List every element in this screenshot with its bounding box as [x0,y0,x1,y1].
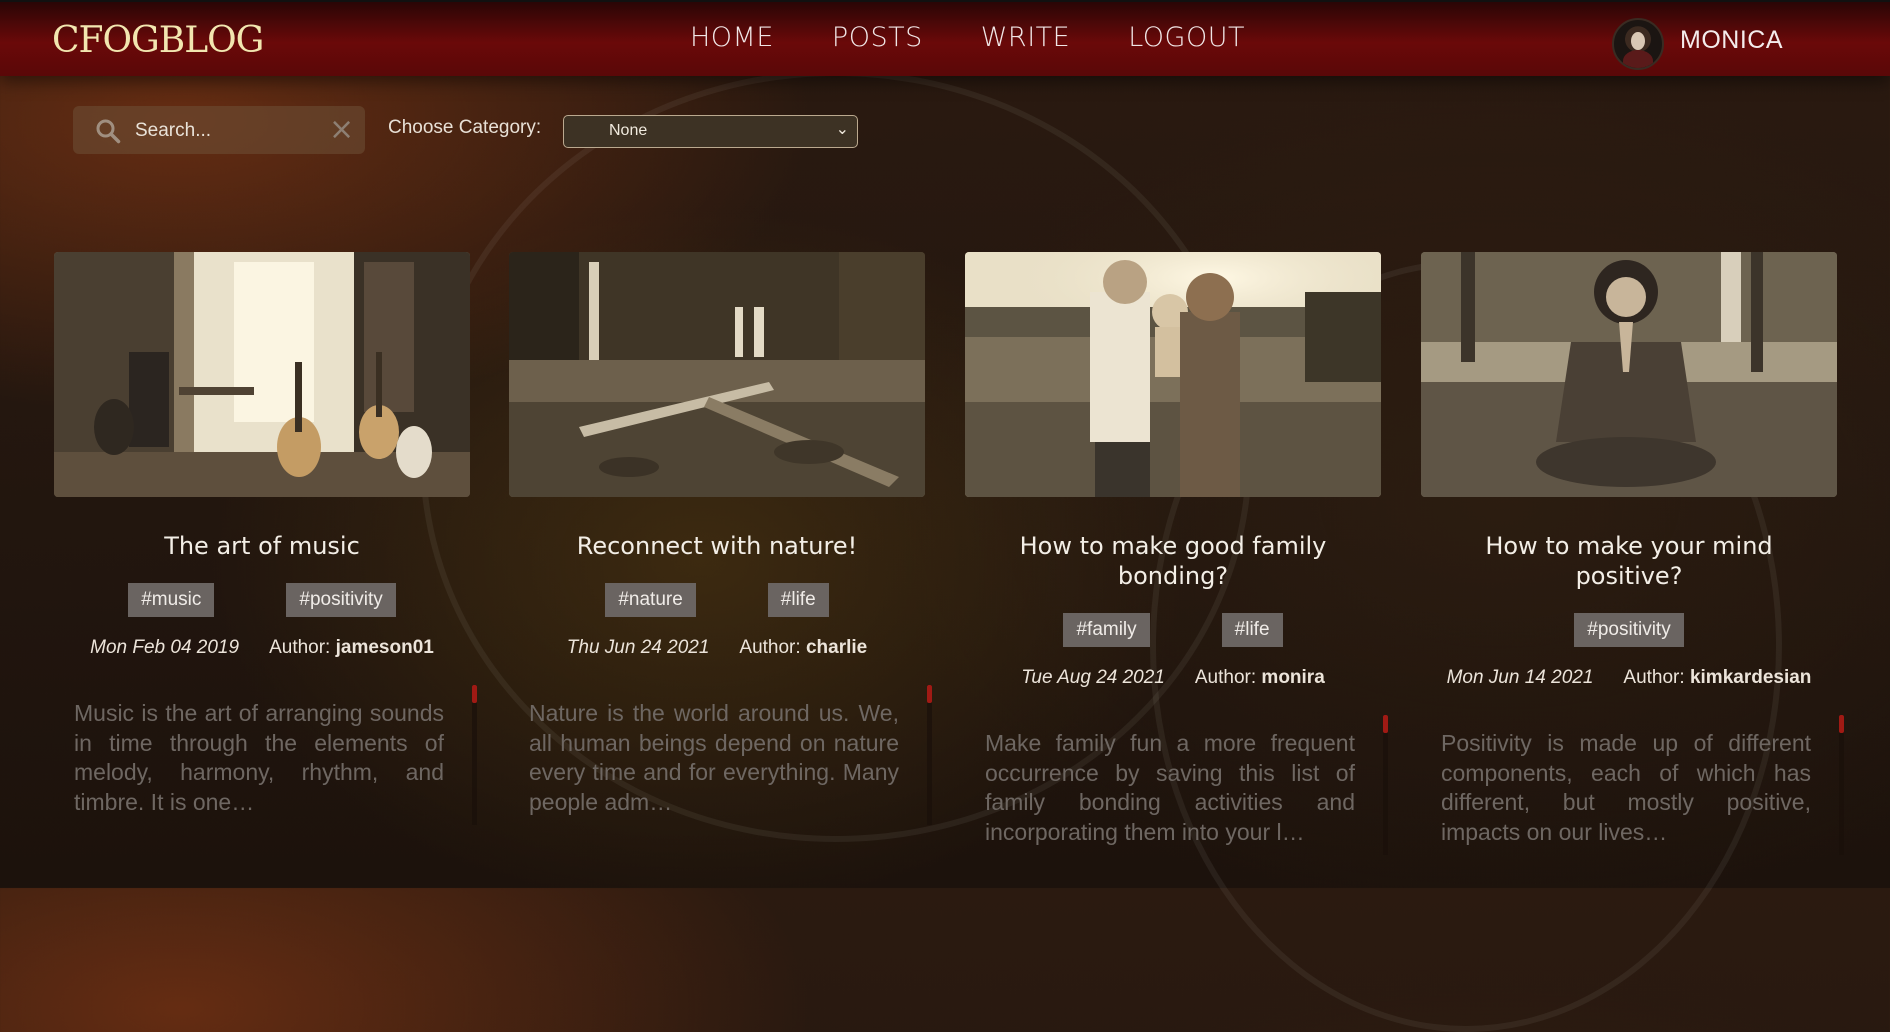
post-image-positivity[interactable] [1421,252,1837,497]
logo[interactable]: CFOGBLOG [52,16,272,62]
nav-logout[interactable]: LOGOUT [1128,22,1245,53]
excerpt-container: Music is the art of arranging sounds in … [54,685,477,835]
post-author: Author: monira [1195,667,1325,689]
author-label: Author: [739,637,801,658]
post-title[interactable]: How to make your mind positive? [1421,531,1837,591]
tag-chip[interactable]: #family [1063,613,1150,647]
post-card[interactable]: How to make good family bonding? #family… [965,252,1388,865]
tag-list: #music #positivity [54,583,470,617]
post-author: Author: jameson01 [269,637,434,659]
category-select[interactable]: None ⌄ [563,115,858,148]
post-title[interactable]: Reconnect with nature! [509,531,925,561]
top-navbar: CFOGBLOG HOME POSTS WRITE LOGOUT MONICA [0,0,1890,76]
avatar-body [1623,50,1653,68]
search-box[interactable]: × [73,106,365,154]
post-excerpt: Make family fun a more frequent occurren… [985,730,1355,845]
search-icon [96,119,121,144]
author-label: Author: [269,637,331,658]
post-title[interactable]: How to make good family bonding? [965,531,1381,591]
tag-chip[interactable]: #music [128,583,215,617]
post-meta: Mon Feb 04 2019 Author: jameson01 [54,637,470,659]
excerpt-container: Make family fun a more frequent occurren… [965,715,1388,865]
avatar-face [1631,32,1645,50]
tag-chip[interactable]: #life [1221,613,1283,647]
scrollbar-thumb[interactable] [1839,715,1844,733]
post-meta: Tue Aug 24 2021 Author: monira [965,667,1381,689]
nav-links: HOME POSTS WRITE LOGOUT [690,22,1245,53]
post-excerpt: Music is the art of arranging sounds in … [74,700,444,815]
search-input[interactable] [133,115,327,147]
chevron-down-icon: ⌄ [835,121,849,138]
tag-chip[interactable]: #life [767,583,829,617]
post-date: Mon Jun 14 2021 [1446,667,1594,688]
scrollbar-thumb[interactable] [472,685,477,703]
nav-write[interactable]: WRITE [981,22,1070,53]
excerpt-scrollbar[interactable] [1839,715,1844,855]
category-label: Choose Category: [388,117,542,138]
post-card[interactable]: The art of music #music #positivity Mon … [54,252,477,835]
post-excerpt: Positivity is made up of different compo… [1441,730,1811,845]
tag-list: #positivity [1421,613,1837,647]
post-image-nature[interactable] [509,252,925,497]
nav-posts[interactable]: POSTS [832,22,923,53]
avatar[interactable] [1612,18,1664,70]
post-date: Thu Jun 24 2021 [566,637,710,658]
author-label: Author: [1194,667,1257,688]
post-card[interactable]: How to make your mind positive? #positiv… [1421,252,1844,865]
post-excerpt: Nature is the world around us. We, all h… [529,700,899,815]
scrollbar-thumb[interactable] [927,685,932,703]
post-date: Tue Aug 24 2021 [1021,667,1165,688]
post-title[interactable]: The art of music [54,531,470,561]
tag-list: #family #life [965,613,1381,647]
post-card[interactable]: Reconnect with nature! #nature #life Thu… [509,252,932,835]
post-meta: Thu Jun 24 2021 Author: charlie [509,637,925,659]
scrollbar-thumb[interactable] [1383,715,1388,733]
tag-chip[interactable]: #nature [605,583,696,617]
post-image-music[interactable] [54,252,470,497]
tag-chip[interactable]: #positivity [286,583,396,617]
tag-chip[interactable]: #positivity [1574,613,1684,647]
excerpt-scrollbar[interactable] [1383,715,1388,855]
post-meta: Mon Jun 14 2021 Author: kimkardesian [1421,667,1837,689]
close-icon[interactable]: × [329,115,354,145]
author-name[interactable]: charlie [806,637,867,658]
author-name[interactable]: monira [1261,667,1324,688]
post-date: Mon Feb 04 2019 [90,637,240,658]
username[interactable]: MONICA [1680,26,1783,55]
excerpt-container: Positivity is made up of different compo… [1421,715,1844,865]
author-label: Author: [1623,667,1685,688]
author-name[interactable]: jameson01 [336,637,434,658]
tag-list: #nature #life [509,583,925,617]
author-name[interactable]: kimkardesian [1690,667,1811,688]
post-author: Author: charlie [739,637,867,659]
post-image-family[interactable] [965,252,1381,497]
excerpt-scrollbar[interactable] [927,685,932,825]
logo-text: CFOGBLOG [52,20,263,61]
nav-home[interactable]: HOME [690,22,774,53]
category-selected-value: None [609,122,648,139]
excerpt-container: Nature is the world around us. We, all h… [509,685,932,835]
excerpt-scrollbar[interactable] [472,685,477,825]
post-author: Author: kimkardesian [1623,667,1811,689]
